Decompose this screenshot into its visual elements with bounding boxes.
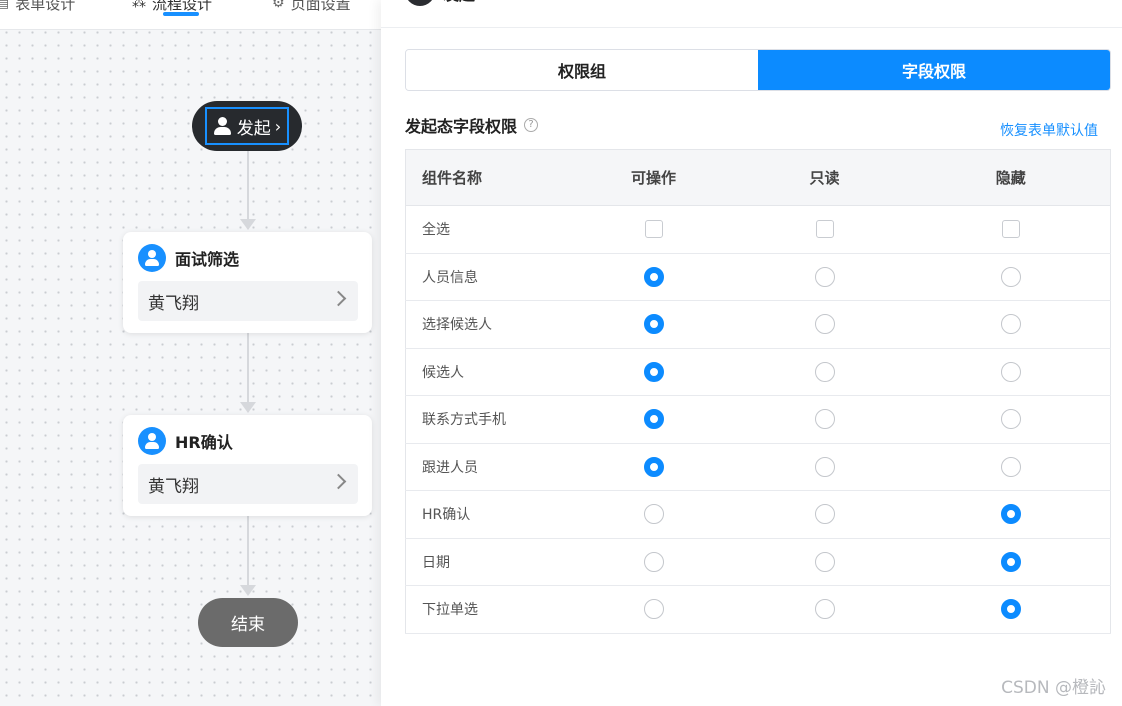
- user-icon: [138, 244, 166, 272]
- section-title: 发起态字段权限 ?: [405, 113, 539, 137]
- hidden-radio[interactable]: [1000, 551, 1021, 572]
- table-header-row: 组件名称 可操作 只读 隐藏: [405, 149, 1111, 206]
- operable-radio[interactable]: [643, 266, 664, 287]
- tab-form-design[interactable]: ▤ 表单设计: [0, 0, 75, 18]
- node-title: HR确认: [175, 433, 233, 452]
- field-name: 选择候选人: [405, 300, 570, 349]
- readonly-radio[interactable]: [814, 409, 835, 430]
- tab-label: 表单设计: [15, 0, 76, 13]
- end-node[interactable]: 结束: [198, 598, 298, 647]
- flow-connector: [247, 333, 249, 403]
- operable-radio[interactable]: [643, 456, 664, 477]
- table-row: 人员信息: [405, 253, 1111, 301]
- operable-radio[interactable]: [643, 361, 664, 382]
- select-all-operable-checkbox[interactable]: [644, 220, 663, 239]
- table-row: HR确认: [405, 490, 1111, 539]
- readonly-radio[interactable]: [814, 266, 835, 287]
- restore-defaults-link[interactable]: 恢复表单默认值: [1000, 120, 1098, 140]
- approval-node-interview[interactable]: 面试筛选 黄飞翔: [123, 232, 372, 333]
- flow-connector: [247, 516, 249, 586]
- table-row: 联系方式手机: [405, 395, 1111, 444]
- field-name: 跟进人员: [405, 443, 570, 491]
- select-all-hidden-checkbox[interactable]: [1001, 220, 1020, 239]
- field-permission-table: 组件名称 可操作 只读 隐藏 全选 人员信息 选择候选人 候选人 联系方式手机 跟进人员…: [405, 149, 1111, 634]
- flow-arrow-icon: [240, 402, 256, 413]
- table-row: 跟进人员: [405, 443, 1111, 491]
- column-header: 可操作: [569, 149, 738, 206]
- help-icon[interactable]: ?: [524, 118, 539, 132]
- close-icon[interactable]: [1090, 0, 1106, 2]
- node-icon: [405, 0, 435, 6]
- end-node-label: 结束: [231, 615, 265, 635]
- active-tab-indicator: [163, 12, 199, 16]
- segment-permission-group[interactable]: 权限组: [406, 50, 758, 90]
- segment-field-permission[interactable]: 字段权限: [758, 50, 1110, 90]
- flow-arrow-icon: [240, 219, 256, 230]
- readonly-radio[interactable]: [814, 599, 835, 620]
- operable-radio[interactable]: [643, 599, 664, 620]
- hidden-radio[interactable]: [1000, 409, 1021, 430]
- panel-title: 发起: [443, 0, 475, 6]
- section-title-text: 发起态字段权限: [405, 117, 518, 136]
- hidden-radio[interactable]: [1000, 504, 1021, 525]
- node-assignee[interactable]: 黄飞翔: [138, 464, 358, 504]
- row-label: 全选: [405, 205, 570, 254]
- table-row: 选择候选人: [405, 300, 1111, 349]
- top-nav: ▤ 表单设计 ⁂ 流程设计 ⚙ 页面设置: [0, 0, 381, 30]
- select-all-readonly-checkbox[interactable]: [815, 220, 834, 239]
- readonly-radio[interactable]: [814, 456, 835, 477]
- start-node-label: 发起: [236, 118, 271, 139]
- operable-radio[interactable]: [643, 314, 664, 335]
- node-settings-panel: 发起 权限组 字段权限 发起态字段权限 ? 恢复表单默认值 组件名称 可操作 只…: [381, 0, 1122, 706]
- flow-icon: ⁂: [132, 0, 146, 11]
- readonly-radio[interactable]: [814, 551, 835, 572]
- panel-header: 发起: [381, 0, 1122, 28]
- field-name: 人员信息: [405, 253, 570, 301]
- readonly-radio[interactable]: [814, 314, 835, 335]
- table-row: 日期: [405, 538, 1111, 586]
- field-name: HR确认: [405, 490, 570, 539]
- hidden-radio[interactable]: [1000, 599, 1021, 620]
- flow-connector: [247, 151, 249, 221]
- table-row: 候选人: [405, 348, 1111, 396]
- operable-radio[interactable]: [643, 504, 664, 525]
- column-header: 隐藏: [911, 149, 1111, 206]
- readonly-radio[interactable]: [814, 504, 835, 525]
- gear-icon: ⚙: [272, 0, 285, 11]
- approval-node-hr[interactable]: HR确认 黄飞翔: [123, 415, 372, 516]
- operable-radio[interactable]: [643, 409, 664, 430]
- hidden-radio[interactable]: [1000, 456, 1021, 477]
- node-assignee[interactable]: 黄飞翔: [138, 281, 358, 321]
- start-node[interactable]: 发起 ›: [192, 101, 302, 151]
- column-header: 组件名称: [405, 149, 570, 206]
- tab-label: 页面设置: [290, 0, 351, 13]
- readonly-radio[interactable]: [814, 361, 835, 382]
- start-node-selection[interactable]: 发起 ›: [204, 107, 290, 145]
- flow-canvas[interactable]: ▤ 表单设计 ⁂ 流程设计 ⚙ 页面设置 发起 › 面试筛选 黄飞翔 HR确认 …: [0, 0, 381, 706]
- chevron-right-icon: [330, 290, 347, 307]
- hidden-radio[interactable]: [1000, 361, 1021, 382]
- user-icon: [138, 427, 166, 455]
- field-name: 联系方式手机: [405, 395, 570, 444]
- assignee-name: 黄飞翔: [148, 476, 199, 497]
- watermark: CSDN @橙訫: [1001, 678, 1106, 698]
- chevron-right-icon: ›: [274, 116, 282, 136]
- form-icon: ▤: [0, 0, 10, 11]
- operable-radio[interactable]: [643, 551, 664, 572]
- tab-page-settings[interactable]: ⚙ 页面设置: [272, 0, 351, 18]
- node-title: 面试筛选: [175, 250, 240, 269]
- field-name: 候选人: [405, 348, 570, 396]
- flow-arrow-icon: [240, 585, 256, 596]
- table-row: 下拉单选: [405, 585, 1111, 634]
- column-header: 只读: [737, 149, 912, 206]
- user-icon: [213, 116, 233, 136]
- field-name: 日期: [405, 538, 570, 586]
- hidden-radio[interactable]: [1000, 266, 1021, 287]
- permission-segmented-control: 权限组 字段权限: [405, 49, 1111, 91]
- assignee-name: 黄飞翔: [148, 293, 199, 314]
- field-name: 下拉单选: [405, 585, 570, 634]
- select-all-row: 全选: [405, 205, 1111, 254]
- hidden-radio[interactable]: [1000, 314, 1021, 335]
- chevron-right-icon: [330, 473, 347, 490]
